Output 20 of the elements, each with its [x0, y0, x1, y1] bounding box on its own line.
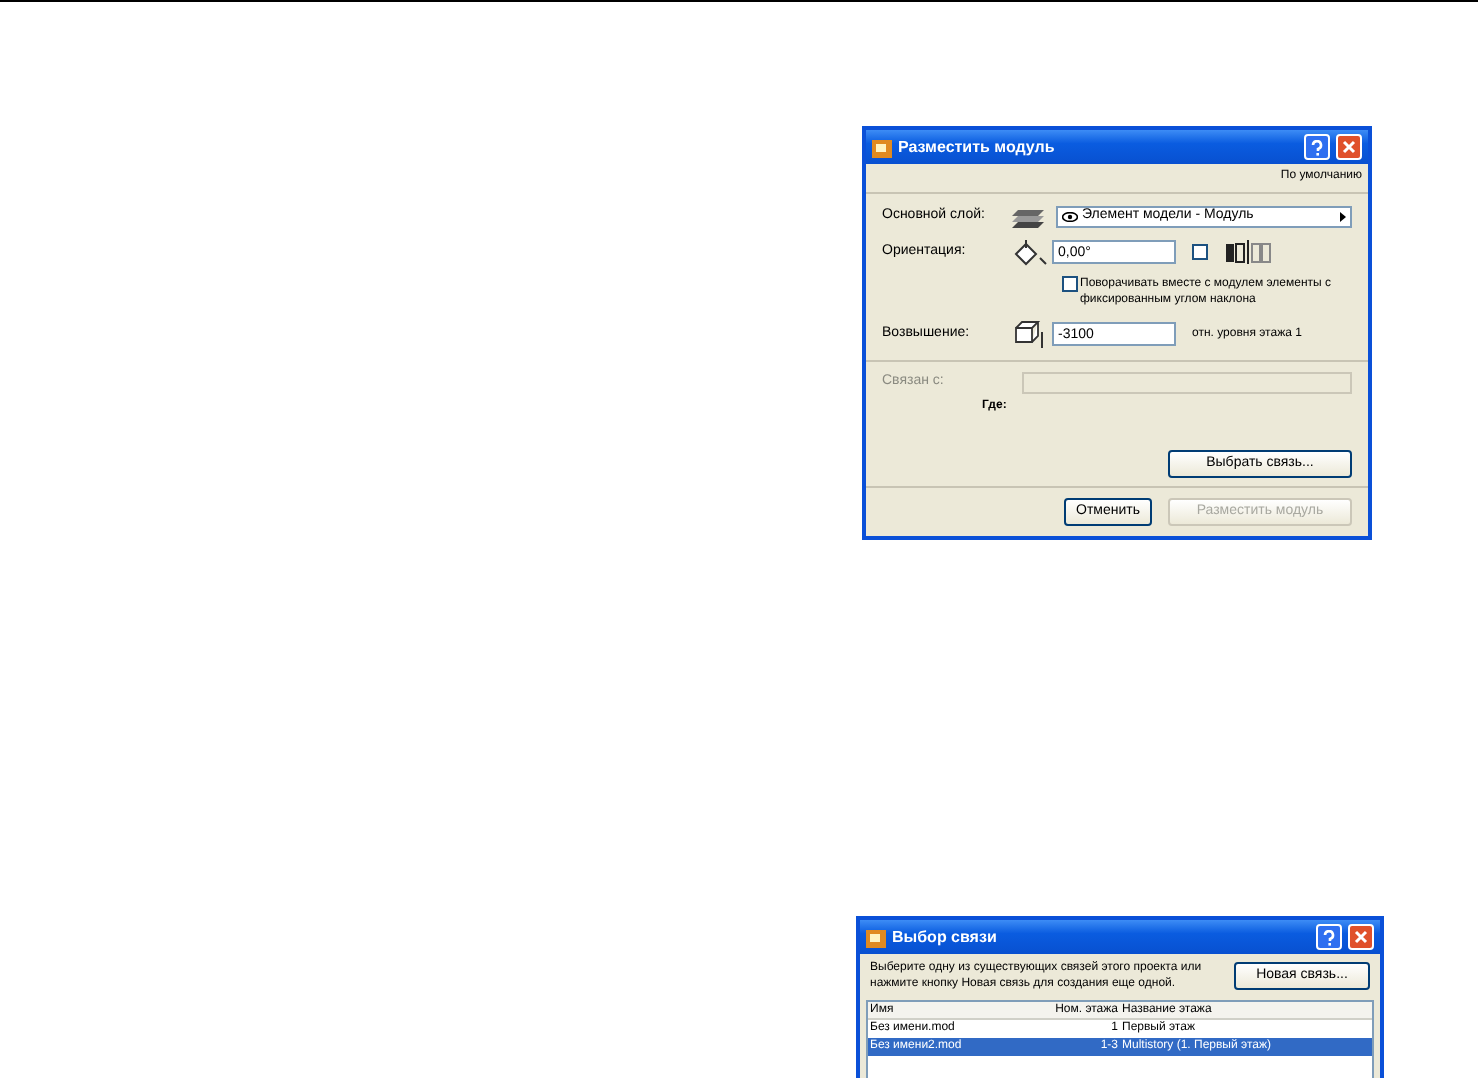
help-button[interactable] [1316, 924, 1342, 950]
help-icon [1322, 929, 1336, 945]
checkbox[interactable] [1192, 244, 1208, 260]
mirror-icon [1224, 240, 1272, 264]
help-button[interactable] [1304, 134, 1330, 160]
elevation-icon [1012, 318, 1048, 350]
layers-icon [1012, 207, 1046, 227]
app-icon [872, 137, 892, 157]
close-button[interactable] [1336, 134, 1362, 160]
close-icon [1342, 140, 1356, 154]
orientation-icon [1012, 238, 1048, 266]
close-icon [1354, 930, 1368, 944]
app-icon [866, 927, 886, 947]
window-title: Выбор связи [892, 925, 999, 949]
checkbox[interactable] [1062, 276, 1078, 292]
close-button[interactable] [1348, 924, 1374, 950]
window-title: Разместить модуль [898, 135, 1057, 159]
arrow-right-icon [1340, 212, 1346, 222]
eye-icon [1062, 212, 1078, 222]
help-icon [1310, 139, 1324, 155]
